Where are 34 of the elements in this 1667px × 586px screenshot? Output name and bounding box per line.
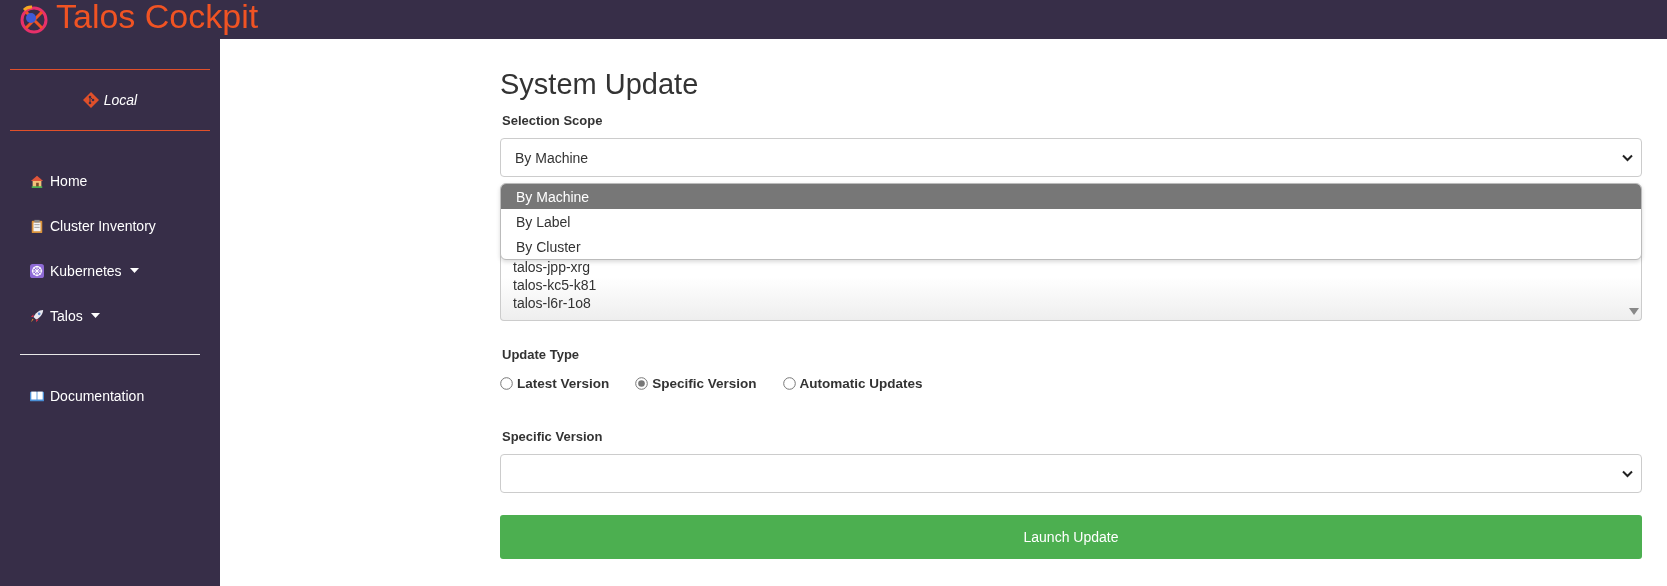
- nav-item[interactable]: Home: [30, 158, 220, 203]
- machine-option[interactable]: talos-jpp-xrg: [513, 258, 1641, 276]
- nav-item[interactable]: Cluster Inventory: [30, 203, 220, 248]
- radio-option[interactable]: Specific Version: [635, 376, 757, 391]
- clipboard-icon: [30, 218, 44, 233]
- rocket-icon: [30, 308, 44, 323]
- caret-icon: [129, 268, 139, 273]
- house-icon: [30, 173, 44, 188]
- radio-button[interactable]: [635, 377, 649, 390]
- scroll-down-icon[interactable]: [1628, 308, 1639, 315]
- radio-button[interactable]: [500, 377, 513, 390]
- chevron-icon: [1622, 153, 1633, 162]
- diamond-icon: [82, 92, 99, 108]
- chevron-icon: [1622, 469, 1633, 478]
- context-label: Local: [103, 92, 138, 108]
- nav-item[interactable]: Documentation: [30, 373, 220, 418]
- logo-icon: [18, 3, 50, 36]
- dropdown-option[interactable]: By Label: [501, 209, 1641, 234]
- field-label: Specific Version: [502, 429, 604, 444]
- wheel-icon: [30, 263, 44, 278]
- nav-item[interactable]: Talos: [30, 293, 220, 338]
- machine-option[interactable]: talos-kc5-k81: [513, 276, 1641, 294]
- radio-option[interactable]: Latest Version: [500, 376, 610, 391]
- page-title: System Update: [500, 68, 700, 101]
- app-title: Talos Cockpit: [56, 0, 259, 36]
- radio-button[interactable]: [782, 377, 796, 390]
- dropdown-option[interactable]: By Machine: [501, 184, 1641, 209]
- field-label: Update Type: [502, 347, 581, 362]
- caret-icon: [90, 313, 100, 318]
- radio-option[interactable]: Automatic Updates: [782, 376, 923, 391]
- machine-option[interactable]: talos-l6r-1o8: [513, 294, 1641, 312]
- field-label: Selection Scope: [502, 113, 604, 128]
- nav-item[interactable]: Kubernetes: [30, 248, 220, 293]
- scope-select[interactable]: By Machine: [500, 138, 1642, 177]
